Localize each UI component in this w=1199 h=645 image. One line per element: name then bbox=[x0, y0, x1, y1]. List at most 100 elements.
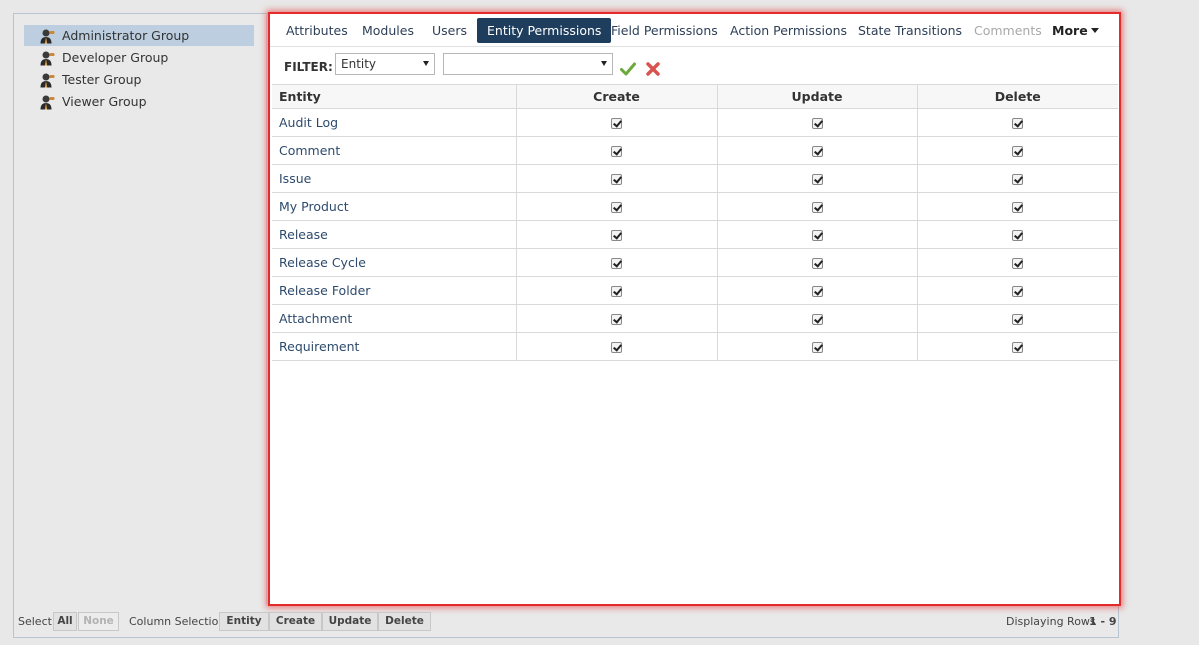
update-checkbox[interactable] bbox=[811, 201, 823, 213]
user-group-icon bbox=[40, 94, 55, 110]
create-cell bbox=[516, 192, 718, 221]
filter-bar: FILTER: Entity bbox=[270, 48, 1119, 84]
update-cell bbox=[717, 136, 918, 165]
filter-field-value: Entity bbox=[341, 57, 377, 71]
user-group-icon bbox=[40, 28, 55, 44]
tab-modules[interactable]: Modules bbox=[352, 18, 424, 43]
table-row: Release Folder bbox=[272, 276, 1118, 305]
create-cell bbox=[516, 108, 718, 137]
update-checkbox[interactable] bbox=[811, 229, 823, 241]
delete-cell bbox=[917, 220, 1118, 249]
create-checkbox[interactable] bbox=[611, 257, 622, 269]
column-delete-button[interactable]: Delete bbox=[378, 612, 431, 631]
delete-cell bbox=[917, 108, 1118, 137]
table-row: Release Cycle bbox=[272, 248, 1118, 277]
group-item-developer[interactable]: Developer Group bbox=[24, 47, 254, 68]
chevron-down-icon bbox=[423, 61, 429, 66]
permissions-panel: Attributes Modules Users Entity Permissi… bbox=[268, 12, 1121, 606]
delete-checkbox[interactable] bbox=[1012, 201, 1024, 213]
tab-bar: Attributes Modules Users Entity Permissi… bbox=[270, 14, 1119, 47]
group-label: Viewer Group bbox=[62, 94, 147, 109]
update-checkbox[interactable] bbox=[811, 117, 823, 129]
update-checkbox[interactable] bbox=[811, 341, 823, 353]
delete-checkbox[interactable] bbox=[1012, 285, 1024, 297]
create-cell bbox=[516, 164, 718, 193]
table-header-row: Entity Create Update Delete bbox=[272, 84, 1118, 109]
entity-name: Issue bbox=[272, 164, 517, 193]
footer-bar: Select All None Column Selection: Entity… bbox=[13, 607, 1119, 637]
create-checkbox[interactable] bbox=[611, 173, 622, 185]
delete-checkbox[interactable] bbox=[1012, 257, 1024, 269]
chevron-down-icon bbox=[601, 61, 607, 66]
user-group-icon bbox=[40, 72, 55, 88]
create-checkbox[interactable] bbox=[611, 341, 622, 353]
create-checkbox[interactable] bbox=[611, 285, 622, 297]
delete-checkbox[interactable] bbox=[1012, 117, 1024, 129]
chevron-down-icon bbox=[1090, 28, 1099, 33]
group-label: Administrator Group bbox=[62, 28, 190, 43]
delete-cell bbox=[917, 276, 1118, 305]
update-checkbox[interactable] bbox=[811, 285, 823, 297]
filter-field-select[interactable]: Entity bbox=[335, 53, 435, 75]
tab-attributes[interactable]: Attributes bbox=[276, 18, 358, 43]
column-update-button[interactable]: Update bbox=[322, 612, 378, 631]
table-row: Audit Log bbox=[272, 108, 1118, 137]
filter-value-select[interactable] bbox=[443, 53, 613, 75]
column-header-entity[interactable]: Entity bbox=[272, 84, 517, 109]
tab-entity-permissions[interactable]: Entity Permissions bbox=[477, 18, 612, 43]
select-none-button[interactable]: None bbox=[78, 612, 119, 631]
delete-checkbox[interactable] bbox=[1012, 341, 1024, 353]
group-item-tester[interactable]: Tester Group bbox=[24, 69, 254, 90]
tab-state-transitions[interactable]: State Transitions bbox=[848, 18, 972, 43]
create-cell bbox=[516, 276, 718, 305]
delete-cell bbox=[917, 192, 1118, 221]
apply-filter-icon[interactable] bbox=[620, 61, 636, 77]
column-entity-button[interactable]: Entity bbox=[219, 612, 269, 631]
entity-name: Audit Log bbox=[272, 108, 517, 137]
tab-comments: Comments bbox=[974, 23, 1042, 38]
create-checkbox[interactable] bbox=[611, 201, 622, 213]
filter-label: FILTER: bbox=[284, 60, 333, 74]
more-menu[interactable]: More bbox=[1042, 18, 1109, 43]
create-checkbox[interactable] bbox=[611, 145, 622, 157]
entity-permissions-table: Entity Create Update Delete Audit Log Co… bbox=[272, 84, 1118, 361]
update-cell bbox=[717, 220, 918, 249]
column-header-delete[interactable]: Delete bbox=[917, 84, 1118, 109]
group-item-administrator[interactable]: Administrator Group bbox=[24, 25, 254, 46]
tab-action-permissions[interactable]: Action Permissions bbox=[720, 18, 857, 43]
delete-checkbox[interactable] bbox=[1012, 229, 1024, 241]
tab-field-permissions[interactable]: Field Permissions bbox=[601, 18, 728, 43]
group-item-viewer[interactable]: Viewer Group bbox=[24, 91, 254, 112]
create-cell bbox=[516, 332, 718, 361]
column-selection-label: Column Selection: bbox=[129, 615, 230, 628]
tab-users[interactable]: Users bbox=[422, 18, 477, 43]
table-row: My Product bbox=[272, 192, 1118, 221]
create-checkbox[interactable] bbox=[611, 229, 622, 241]
delete-checkbox[interactable] bbox=[1012, 313, 1024, 325]
update-cell bbox=[717, 332, 918, 361]
delete-cell bbox=[917, 136, 1118, 165]
update-checkbox[interactable] bbox=[811, 313, 823, 325]
update-checkbox[interactable] bbox=[811, 173, 823, 185]
select-all-button[interactable]: All bbox=[53, 612, 77, 631]
table-row: Comment bbox=[272, 136, 1118, 165]
create-cell bbox=[516, 136, 718, 165]
more-label: More bbox=[1052, 23, 1088, 38]
clear-filter-icon[interactable] bbox=[645, 61, 661, 77]
update-checkbox[interactable] bbox=[811, 257, 823, 269]
entity-name: Requirement bbox=[272, 332, 517, 361]
delete-checkbox[interactable] bbox=[1012, 173, 1024, 185]
create-checkbox[interactable] bbox=[611, 313, 622, 325]
delete-checkbox[interactable] bbox=[1012, 145, 1024, 157]
entity-name: Comment bbox=[272, 136, 517, 165]
group-label: Tester Group bbox=[62, 72, 142, 87]
update-checkbox[interactable] bbox=[811, 145, 823, 157]
create-checkbox[interactable] bbox=[611, 117, 622, 129]
column-header-create[interactable]: Create bbox=[516, 84, 718, 109]
column-create-button[interactable]: Create bbox=[269, 612, 322, 631]
create-cell bbox=[516, 304, 718, 333]
column-header-update[interactable]: Update bbox=[717, 84, 918, 109]
groups-panel: Administrator Group Developer Group Test… bbox=[13, 13, 267, 605]
entity-name: Release Folder bbox=[272, 276, 517, 305]
delete-cell bbox=[917, 332, 1118, 361]
